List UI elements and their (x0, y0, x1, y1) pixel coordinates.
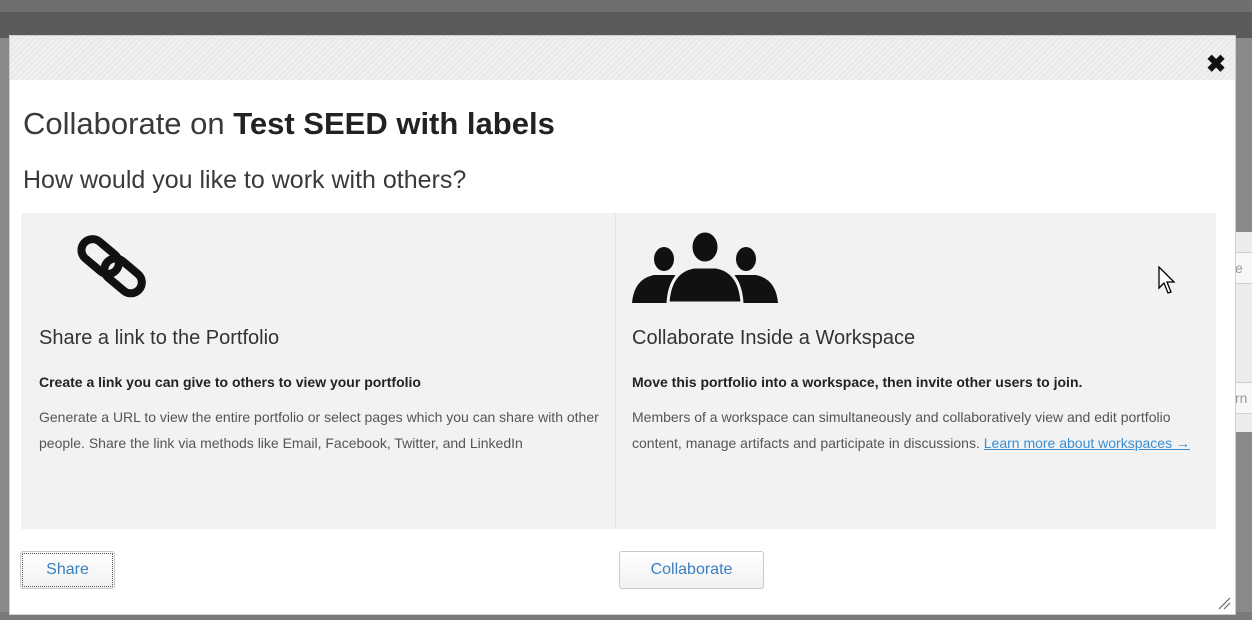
background-header-strip (0, 12, 1252, 38)
dialog-titlebar[interactable] (10, 36, 1235, 80)
resize-handle-icon[interactable] (1217, 596, 1231, 610)
workspace-panel-description: Members of a workspace can simultaneousl… (632, 404, 1192, 456)
share-panel-lead: Create a link you can give to others to … (39, 374, 421, 390)
background-field: e (1234, 252, 1252, 284)
mouse-cursor-icon (1158, 265, 1178, 301)
close-icon[interactable]: ✖ (1205, 53, 1227, 77)
collaborate-dialog: ✖ Collaborate on Test SEED with labels H… (10, 36, 1235, 614)
share-panel-title: Share a link to the Portfolio (39, 327, 280, 349)
background-page-edge: e rn (1232, 232, 1252, 432)
background-top-bar (0, 0, 1252, 12)
share-button[interactable]: Share (20, 551, 115, 589)
options-panels: Share a link to the Portfolio Create a l… (21, 213, 1216, 529)
collaborate-button[interactable]: Collaborate (619, 551, 764, 589)
group-users-icon (632, 229, 778, 308)
dialog-title: Collaborate on Test SEED with labels (23, 106, 555, 142)
background-field: rn (1234, 382, 1252, 414)
workspace-panel-lead: Move this portfolio into a workspace, th… (632, 374, 1083, 390)
link-icon (71, 231, 151, 308)
share-panel-description: Generate a URL to view the entire portfo… (39, 409, 599, 451)
dialog-title-prefix: Collaborate on (23, 106, 234, 141)
workspace-panel: Collaborate Inside a Workspace Move this… (616, 213, 1216, 529)
share-link-panel: Share a link to the Portfolio Create a l… (21, 213, 616, 529)
portfolio-name: Test SEED with labels (233, 106, 555, 141)
dialog-subtitle: How would you like to work with others? (23, 166, 467, 194)
learn-more-link[interactable]: Learn more about workspaces → (984, 435, 1190, 451)
workspace-panel-title: Collaborate Inside a Workspace (632, 327, 916, 349)
